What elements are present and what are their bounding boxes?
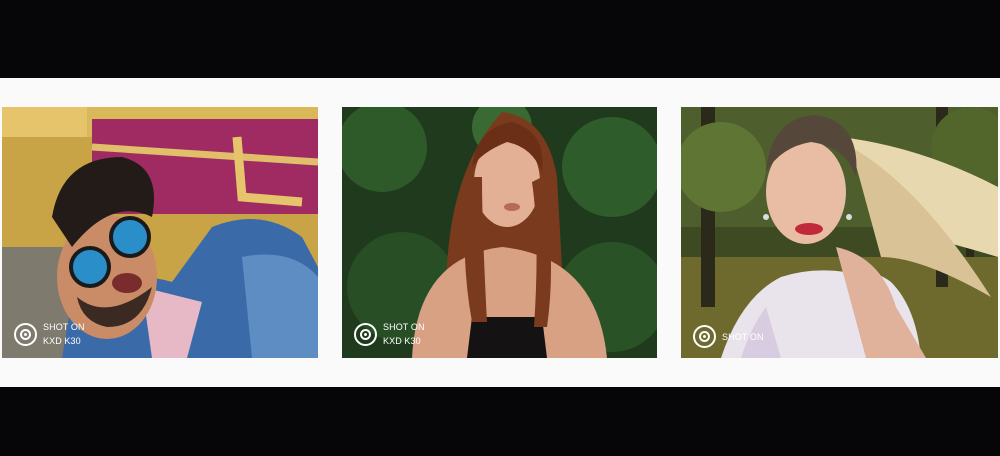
photo-3: SHOT ON: [681, 107, 998, 358]
photo-1: SHOT ON KXD K30: [2, 107, 318, 358]
watermark: SHOT ON: [693, 325, 764, 348]
photo-2: SHOT ON KXD K30: [342, 107, 657, 358]
camera-lens-icon: [354, 322, 377, 346]
watermark: SHOT ON KXD K30: [354, 320, 425, 348]
watermark: SHOT ON KXD K30: [14, 320, 85, 348]
camera-lens-icon: [14, 322, 37, 346]
letterbox-top: [0, 0, 1000, 78]
watermark-line1: SHOT ON: [43, 322, 85, 332]
letterbox-bottom: [0, 387, 1000, 456]
watermark-line2: KXD K30: [43, 336, 81, 346]
camera-lens-icon: [693, 325, 716, 348]
photo-3-image: [681, 107, 998, 358]
watermark-line2: KXD K30: [383, 336, 421, 346]
watermark-line1: SHOT ON: [383, 322, 425, 332]
watermark-line1: SHOT ON: [722, 331, 764, 342]
